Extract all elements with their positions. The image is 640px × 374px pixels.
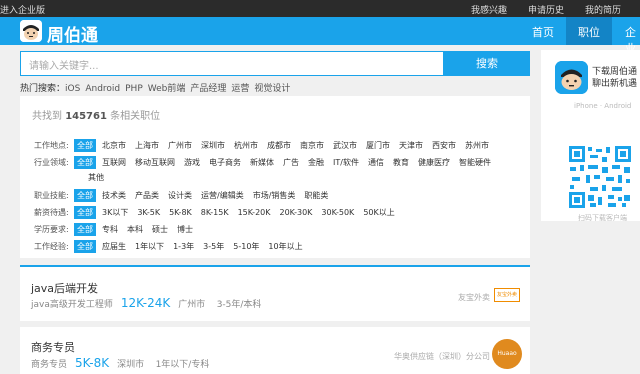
my-resume-link[interactable]: 我的简历 xyxy=(585,3,621,16)
filter-row-experience: 工作经验: 全部 应届生 1年以下 1-3年 3-5年 5-10年 10年以上 xyxy=(34,240,303,253)
download-text: 下载周伯通 聊出新机遇 xyxy=(592,67,638,89)
filter-industry-other[interactable]: 其他 xyxy=(88,172,104,183)
job-meta: java高级开发工程师 12K-24K 广州市 3-5年/本科 xyxy=(31,296,262,310)
filter-all[interactable]: 全部 xyxy=(74,189,96,202)
hot-term[interactable]: 产品经理 xyxy=(190,84,226,94)
platform-label: iPhone · Android xyxy=(574,102,632,110)
nav-jobs[interactable]: 职位 xyxy=(578,24,600,40)
scan-hint: 扫码下载客户端 xyxy=(578,214,627,222)
filter-row-industry: 行业领域: 全部 互联网 移动互联网 游戏 电子商务 新媒体 广告 金融 IT/软件 通信 教育 健康医… xyxy=(34,156,491,169)
job-card[interactable]: java后端开发 java高级开发工程师 12K-24K 广州市 3-5年/本科 友… xyxy=(20,265,530,321)
filter-panel: 共找到 145761 条相关职位 工作地点: 全部 北京市 上海市 广州市 深圳市 杭州市成… xyxy=(20,96,530,258)
app-icon[interactable] xyxy=(555,61,588,94)
logo-icon[interactable] xyxy=(20,20,42,42)
company-name[interactable]: 华奥供应链（深圳）分公司 xyxy=(394,351,490,362)
hot-term[interactable]: iOS xyxy=(65,84,80,94)
hot-term[interactable]: PHP xyxy=(125,84,143,94)
filter-row-education: 学历要求: 全部 专科 本科 硕士 博士 xyxy=(34,223,193,236)
company-logo[interactable]: Huaao xyxy=(492,339,522,369)
enterprise-link[interactable]: 进入企业版 xyxy=(0,3,45,16)
job-card[interactable]: 商务专员 商务专员 5K-8K 深圳市 1年以下/专科 华奥供应链（深圳）分公司 H… xyxy=(20,327,530,374)
count-number: 145761 xyxy=(65,111,107,122)
filter-all[interactable]: 全部 xyxy=(74,240,96,253)
hot-searches: 热门搜索：iOS Android PHP Web前端 产品经理 运营 视觉设计 xyxy=(20,81,295,94)
interested-link[interactable]: 我感兴趣 xyxy=(471,3,507,16)
hot-term[interactable]: Web前端 xyxy=(148,84,186,94)
job-salary: 5K-8K xyxy=(75,356,110,370)
nav-home[interactable]: 首页 xyxy=(532,24,554,40)
company-name[interactable]: 友宝外卖 xyxy=(458,292,490,303)
job-salary: 12K-24K xyxy=(120,296,171,310)
job-title[interactable]: 商务专员 xyxy=(31,339,75,355)
filter-all[interactable]: 全部 xyxy=(74,206,96,219)
job-title[interactable]: java后端开发 xyxy=(31,280,98,296)
apply-history-link[interactable]: 申请历史 xyxy=(528,3,564,16)
company-logo[interactable]: 友宝外卖 xyxy=(494,288,520,302)
top-bar: 进入企业版 我感兴趣 申请历史 我的简历 xyxy=(0,0,640,17)
brand-name[interactable]: 周伯通 xyxy=(47,21,98,46)
hot-term[interactable]: Android xyxy=(85,84,120,94)
qr-code xyxy=(568,145,632,209)
job-meta: 商务专员 5K-8K 深圳市 1年以下/专科 xyxy=(31,356,210,370)
filter-all[interactable]: 全部 xyxy=(74,139,96,152)
search-input[interactable]: 请输入关键字... xyxy=(20,51,444,76)
hot-term[interactable]: 视觉设计 xyxy=(254,84,290,94)
hot-term[interactable]: 运营 xyxy=(231,84,249,94)
filter-row-location: 工作地点: 全部 北京市 上海市 广州市 深圳市 杭州市 成都市 南京市 武汉市 厦门市 天津市 西安市… xyxy=(34,139,489,152)
hot-label: 热门搜索： xyxy=(20,84,66,94)
filter-row-salary: 薪资待遇: 全部 3K以下 3K-5K 5K-8K 8K-15K 15K-20K 20K-30… xyxy=(34,206,395,219)
search-button[interactable]: 搜索 xyxy=(444,51,530,76)
app-download-panel: 下载周伯通 聊出新机遇 iPhone · Android 扫码下载客户端 xyxy=(541,50,640,222)
result-count: 共找到 145761 条相关职位 xyxy=(32,111,161,122)
filter-row-skill: 职业技能: 全部 技术类 产品类 设计类 运营/编辑类 市场/销售类 职能类 xyxy=(34,189,329,202)
filter-all[interactable]: 全部 xyxy=(74,223,96,236)
filter-all[interactable]: 全部 xyxy=(74,156,96,169)
